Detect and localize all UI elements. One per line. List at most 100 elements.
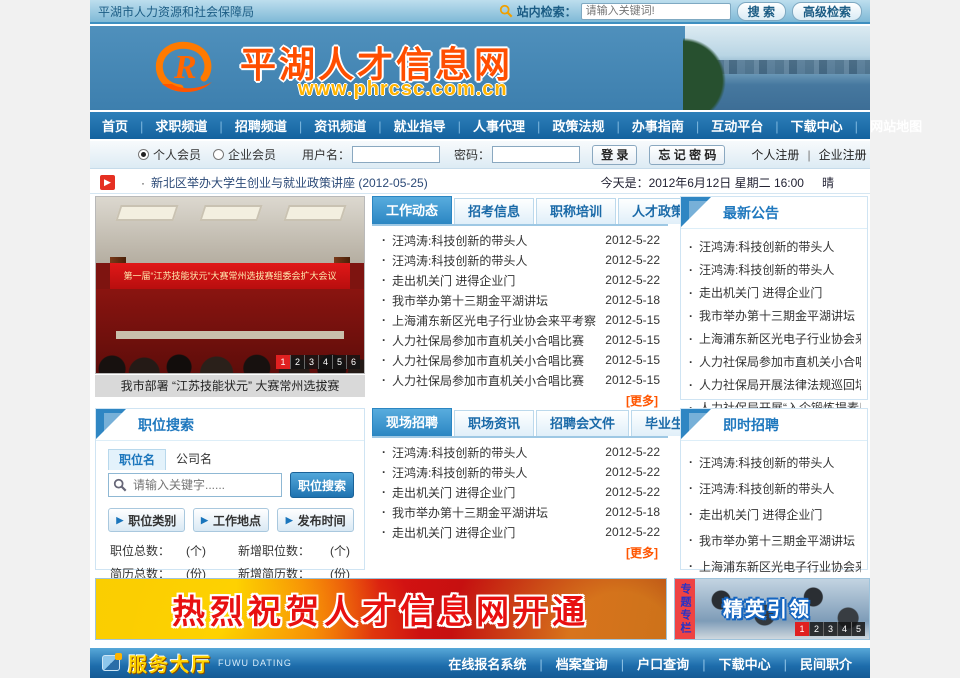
recruit-item[interactable]: 走出机关门 进得企业门 2012-5-22: [382, 482, 660, 502]
job-search-button[interactable]: 职位搜索: [290, 472, 354, 498]
news-item[interactable]: 我市举办第十三期金平湖讲坛 2012-5-18: [382, 290, 660, 310]
instant-item-title[interactable]: 走出机关门 进得企业门: [699, 506, 822, 523]
news-tab[interactable]: 职称培训: [536, 198, 616, 224]
service-link[interactable]: 下载中心: [689, 654, 770, 673]
recruit-item-title[interactable]: 我市举办第十三期金平湖讲坛: [392, 504, 598, 521]
recruit-tab[interactable]: 现场招聘: [372, 408, 452, 436]
recruit-item[interactable]: 走出机关门 进得企业门 2012-5-22: [382, 522, 660, 542]
news-tab[interactable]: 工作动态: [372, 196, 452, 224]
tab-position-name[interactable]: 职位名: [108, 449, 166, 470]
celebration-banner[interactable]: 热烈祝贺人才信息网开通: [95, 578, 667, 640]
notice-item[interactable]: 我市举办第十三期金平湖讲坛: [689, 304, 861, 327]
filter-button[interactable]: ▶工作地点: [193, 508, 270, 532]
nav-link[interactable]: 招聘频道: [207, 116, 286, 135]
nav-link[interactable]: 下载中心: [763, 116, 842, 135]
recruit-item[interactable]: 汪鸿涛:科技创新的带头人 2012-5-22: [382, 462, 660, 482]
username-field[interactable]: [352, 146, 440, 163]
news-item-title[interactable]: 走出机关门 进得企业门: [392, 272, 598, 289]
notice-item[interactable]: 人力社保局参加市直机关小合唱比赛: [689, 350, 861, 373]
recruit-item-title[interactable]: 汪鸿涛:科技创新的带头人: [392, 464, 598, 481]
nav-link[interactable]: 政策法规: [525, 116, 604, 135]
instant-item-title[interactable]: 汪鸿涛:科技创新的带头人: [699, 480, 834, 497]
notice-item[interactable]: 汪鸿涛:科技创新的带头人: [689, 235, 861, 258]
special-page-button[interactable]: 5: [851, 622, 865, 636]
news-item-title[interactable]: 上海浦东新区光电子行业协会来平考察: [392, 312, 598, 329]
notice-item[interactable]: 汪鸿涛:科技创新的带头人: [689, 258, 861, 281]
news-item[interactable]: 汪鸿涛:科技创新的带头人 2012-5-22: [382, 230, 660, 250]
instant-item[interactable]: 汪鸿涛:科技创新的带头人: [689, 475, 861, 501]
nav-link[interactable]: 首页: [102, 116, 128, 135]
recruit-item[interactable]: 我市举办第十三期金平湖讲坛 2012-5-18: [382, 502, 660, 522]
photo-page-button[interactable]: 2: [290, 355, 304, 369]
recruit-more-link[interactable]: [更多]: [626, 546, 658, 560]
recruit-item-title[interactable]: 走出机关门 进得企业门: [392, 484, 598, 501]
notice-item[interactable]: 人力社保局开展法律法规巡回培训: [689, 373, 861, 396]
news-item-title[interactable]: 人力社保局参加市直机关小合唱比赛: [392, 372, 598, 389]
special-page-button[interactable]: 3: [823, 622, 837, 636]
service-link[interactable]: 户口查询: [608, 654, 689, 673]
nav-link[interactable]: 资讯频道: [287, 116, 366, 135]
news-item[interactable]: 上海浦东新区光电子行业协会来平考察 2012-5-15: [382, 310, 660, 330]
notice-item-title[interactable]: 上海浦东新区光电子行业协会来平考: [699, 330, 861, 347]
news-item[interactable]: 人力社保局参加市直机关小合唱比赛 2012-5-15: [382, 350, 660, 370]
notice-item-title[interactable]: 人力社保局参加市直机关小合唱比赛: [699, 353, 861, 370]
advanced-search-button[interactable]: 高级检索: [792, 2, 862, 21]
notice-item-title[interactable]: 汪鸿涛:科技创新的带头人: [699, 238, 834, 255]
personal-member-label[interactable]: 个人会员: [153, 146, 201, 163]
service-link[interactable]: 民间职介: [771, 654, 852, 673]
nav-link[interactable]: 求职频道: [128, 116, 207, 135]
nav-link[interactable]: 网站地图: [843, 116, 922, 135]
news-item[interactable]: 汪鸿涛:科技创新的带头人 2012-5-22: [382, 250, 660, 270]
keyword-input[interactable]: [108, 473, 282, 497]
news-tab[interactable]: 招考信息: [454, 198, 534, 224]
photo-page-button[interactable]: 4: [318, 355, 332, 369]
news-item-title[interactable]: 人力社保局参加市直机关小合唱比赛: [392, 352, 598, 369]
login-button[interactable]: 登 录: [592, 145, 637, 165]
recruit-item[interactable]: 汪鸿涛:科技创新的带头人 2012-5-22: [382, 442, 660, 462]
password-field[interactable]: [492, 146, 580, 163]
photo-caption[interactable]: 我市部署 “江苏技能状元” 大赛常州选拔赛: [95, 375, 365, 397]
notice-item[interactable]: 上海浦东新区光电子行业协会来平考: [689, 327, 861, 350]
photo-page-button[interactable]: 1: [276, 355, 290, 369]
instant-item[interactable]: 我市举办第十三期金平湖讲坛: [689, 527, 861, 553]
news-item-title[interactable]: 汪鸿涛:科技创新的带头人: [392, 252, 598, 269]
notice-item[interactable]: 走出机关门 进得企业门: [689, 281, 861, 304]
special-column-banner[interactable]: 专题专栏 精英引领 12345: [674, 578, 870, 640]
notice-item-title[interactable]: 走出机关门 进得企业门: [699, 284, 822, 301]
news-item[interactable]: 人力社保局参加市直机关小合唱比赛 2012-5-15: [382, 330, 660, 350]
news-item[interactable]: 走出机关门 进得企业门 2012-5-22: [382, 270, 660, 290]
recruit-tab[interactable]: 招聘会文件: [536, 410, 629, 436]
news-item-title[interactable]: 人力社保局参加市直机关小合唱比赛: [392, 332, 598, 349]
company-member-radio[interactable]: [213, 149, 224, 160]
ticker-headline[interactable]: 新北区举办大学生创业与就业政策讲座 (2012-05-25): [151, 174, 428, 191]
photo-page-button[interactable]: 3: [304, 355, 318, 369]
site-search-button[interactable]: 搜 索: [737, 2, 786, 21]
work-news-more-link[interactable]: [更多]: [626, 394, 658, 408]
nav-link[interactable]: 互动平台: [684, 116, 763, 135]
company-member-label[interactable]: 企业会员: [228, 146, 276, 163]
tab-company-name[interactable]: 公司名: [166, 449, 222, 470]
filter-button[interactable]: ▶职位类别: [108, 508, 185, 532]
instant-item-title[interactable]: 我市举办第十三期金平湖讲坛: [699, 532, 855, 549]
site-search-input[interactable]: [581, 3, 731, 20]
notice-item-title[interactable]: 我市举办第十三期金平湖讲坛: [699, 307, 855, 324]
notice-item-title[interactable]: 汪鸿涛:科技创新的带头人: [699, 261, 834, 278]
news-item-title[interactable]: 我市举办第十三期金平湖讲坛: [392, 292, 598, 309]
filter-button[interactable]: ▶发布时间: [277, 508, 354, 532]
personal-register-link[interactable]: 个人注册: [751, 148, 799, 162]
special-page-button[interactable]: 2: [809, 622, 823, 636]
photo-page-button[interactable]: 6: [346, 355, 360, 369]
forgot-password-button[interactable]: 忘 记 密 码: [649, 145, 725, 165]
recruit-item-title[interactable]: 走出机关门 进得企业门: [392, 524, 598, 541]
instant-item[interactable]: 上海浦东新区光电子行业协会来平考: [689, 553, 861, 579]
special-page-button[interactable]: 4: [837, 622, 851, 636]
nav-link[interactable]: 人事代理: [446, 116, 525, 135]
photo-slideshow[interactable]: 第一届“江苏技能状元”大赛常州选拔赛组委会扩大会议 123456: [95, 196, 365, 374]
instant-item[interactable]: 汪鸿涛:科技创新的带头人: [689, 449, 861, 475]
nav-link[interactable]: 办事指南: [604, 116, 683, 135]
recruit-tab[interactable]: 职场资讯: [454, 410, 534, 436]
news-item[interactable]: 人力社保局参加市直机关小合唱比赛 2012-5-15: [382, 370, 660, 390]
nav-link[interactable]: 就业指导: [366, 116, 445, 135]
service-link[interactable]: 在线报名系统: [448, 654, 526, 673]
personal-member-radio[interactable]: [138, 149, 149, 160]
